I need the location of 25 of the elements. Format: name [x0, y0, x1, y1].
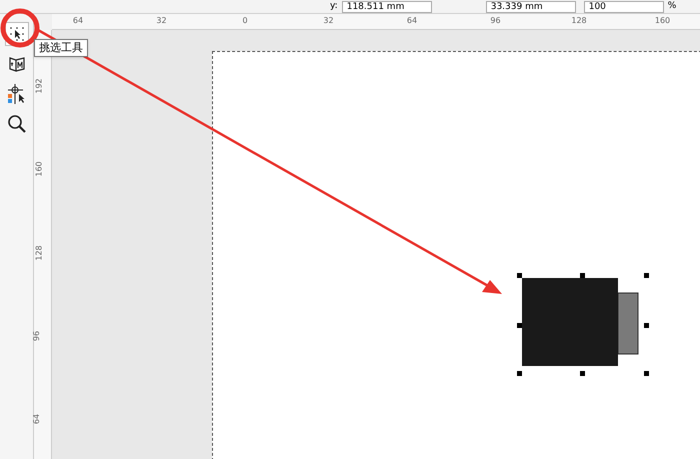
ruler-label: 128: [34, 244, 45, 260]
crosshair-pointer-icon: [6, 84, 26, 104]
y-label: y:: [330, 2, 338, 11]
ruler-label: 96: [31, 330, 42, 341]
ruler-label: 64: [72, 15, 84, 27]
pointer-icon: [8, 25, 26, 43]
ruler-label: 96: [490, 15, 501, 27]
tooltip: 挑选工具: [34, 39, 88, 57]
height-field[interactable]: 33.339 mm: [486, 0, 576, 12]
search-icon: [6, 114, 26, 134]
ruler-label: 160: [654, 15, 670, 27]
ruler-label: 0: [242, 15, 248, 27]
ruler-label: 32: [156, 15, 167, 27]
scale-field[interactable]: 100: [584, 0, 664, 12]
selected-shape-drawing[interactable]: [517, 273, 649, 376]
ruler-label: 128: [571, 15, 587, 27]
ruler-label: 192: [34, 78, 45, 94]
ruler-label: 64: [31, 414, 42, 424]
highlight-circle: [0, 8, 40, 48]
node-edit-icon: [8, 55, 26, 73]
ruler-label: 64: [406, 15, 418, 27]
percent-label: %: [668, 2, 676, 11]
y-position-field[interactable]: 118.511 mm: [342, 0, 432, 12]
ruler-label: 32: [323, 15, 334, 27]
ruler-label: 160: [34, 162, 45, 177]
